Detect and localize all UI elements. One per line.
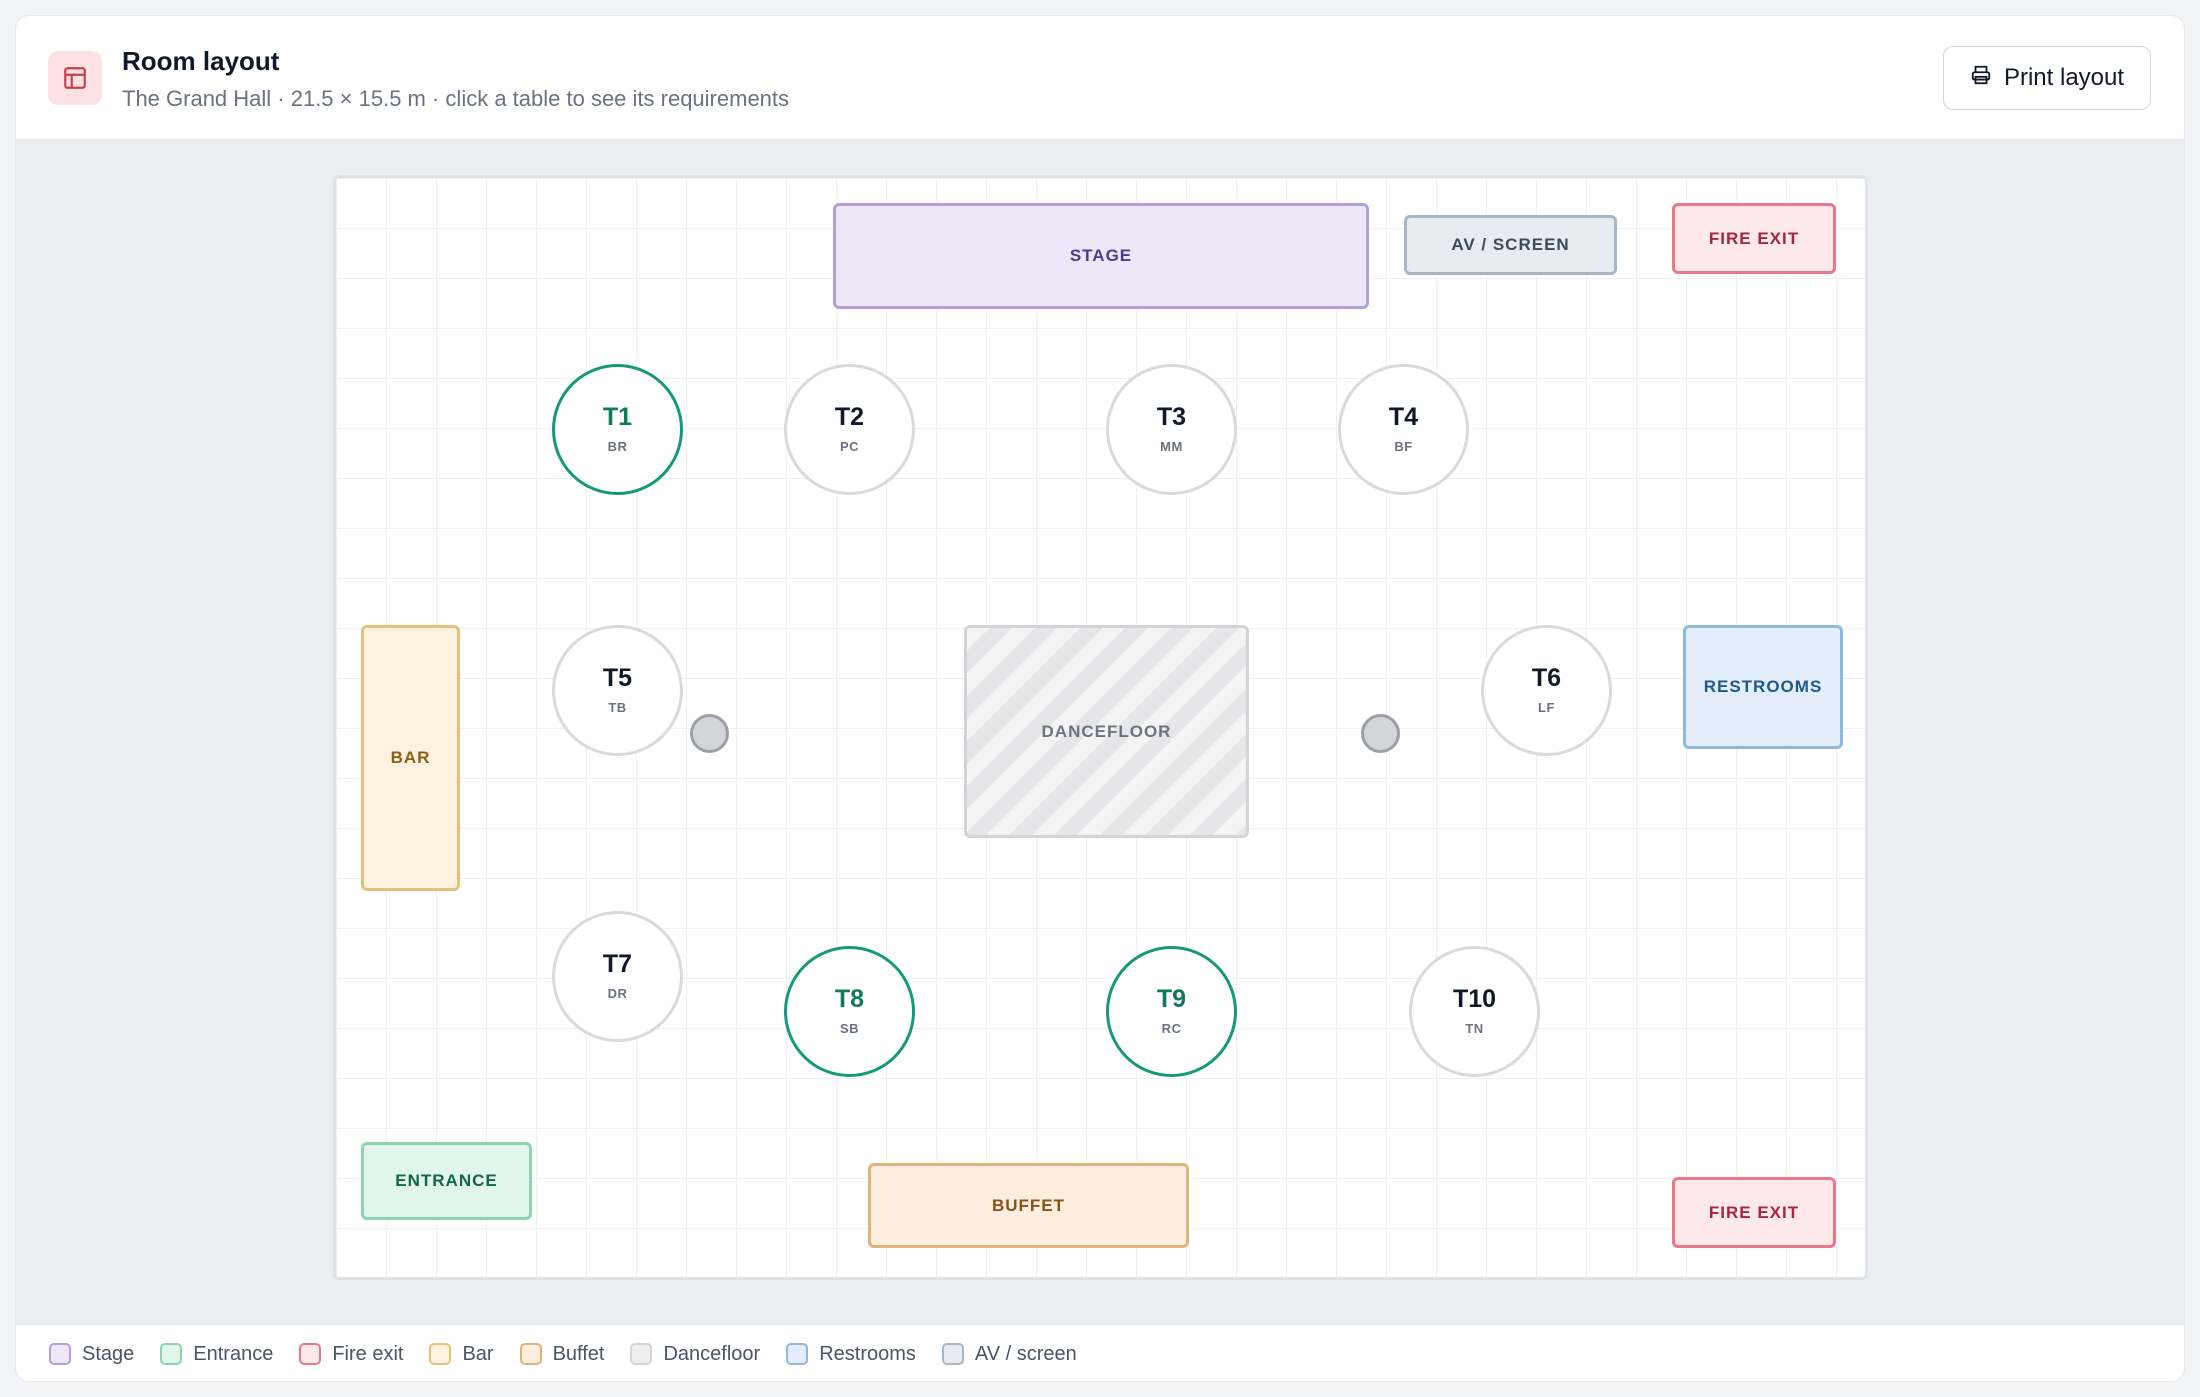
legend-label: Restrooms [819,1342,916,1365]
table-name: T7 [602,950,633,978]
table-t7[interactable]: T7 DR [552,911,683,1042]
table-name: T10 [1452,985,1497,1013]
table-name: T8 [834,985,865,1013]
page-title: Room layout [122,46,280,76]
print-layout-button[interactable]: Print layout [1943,46,2151,110]
zone-entrance: ENTRANCE [361,1142,532,1220]
table-code: PC [839,439,860,454]
page-subtitle: The Grand Hall · 21.5 × 15.5 m · click a… [122,86,790,111]
table-name: T9 [1156,985,1187,1013]
legend-label: Dancefloor [663,1342,761,1365]
pillar [1361,714,1400,753]
zone-av-screen: AV / SCREEN [1404,215,1617,275]
legend-swatch [630,1343,653,1365]
table-code: RC [1161,1021,1182,1036]
legend-item-buffet: Buffet [519,1342,605,1366]
legend-item-av-screen: AV / screen [941,1342,1077,1366]
printer-icon [1970,64,1992,93]
table-name: T1 [602,403,633,431]
table-code: LF [1538,700,1555,715]
table-t2[interactable]: T2 PC [784,364,915,495]
legend-label: Bar [462,1342,494,1365]
legend: Stage Entrance Fire exit Bar Buffet Danc… [16,1324,2184,1381]
table-t9[interactable]: T9 RC [1106,946,1237,1077]
legend-item-bar: Bar [429,1342,494,1366]
zone-fire-exit-bottom: FIRE EXIT [1672,1177,1836,1248]
header: Room layout The Grand Hall · 21.5 × 15.5… [16,16,2184,140]
table-name: T3 [1156,403,1187,431]
legend-item-entrance: Entrance [160,1343,273,1366]
table-code: DR [607,986,628,1001]
zone-buffet: BUFFET [868,1163,1189,1248]
legend-swatch [429,1343,452,1365]
table-name: T2 [834,403,865,431]
zone-stage: STAGE [833,203,1369,309]
legend-swatch [519,1343,542,1365]
legend-label: Entrance [193,1342,274,1365]
legend-item-stage: Stage [49,1343,134,1366]
room-floorplan: STAGE AV / SCREEN FIRE EXIT BAR DANCEFLO… [333,175,1868,1280]
zone-restrooms: RESTROOMS [1683,625,1843,749]
table-code: TB [608,700,627,715]
legend-swatch [160,1343,183,1365]
canvas-area: STAGE AV / SCREEN FIRE EXIT BAR DANCEFLO… [16,140,2184,1324]
legend-swatch [941,1343,964,1365]
table-code: BF [1394,439,1413,454]
table-t8[interactable]: T8 SB [784,946,915,1077]
table-t3[interactable]: T3 MM [1106,364,1237,495]
layout-icon [48,51,102,105]
table-t4[interactable]: T4 BF [1338,364,1469,495]
zone-bar: BAR [361,625,460,891]
legend-label: AV / screen [974,1342,1077,1365]
legend-swatch [299,1343,322,1365]
table-code: SB [839,1021,860,1036]
legend-label: Stage [82,1342,135,1365]
table-name: T6 [1531,664,1562,692]
table-code: BR [607,439,628,454]
table-name: T5 [602,664,633,692]
table-code: MM [1160,439,1183,454]
table-t1[interactable]: T1 BR [552,364,683,495]
legend-label: Buffet [552,1342,605,1365]
table-name: T4 [1388,403,1419,431]
legend-item-restrooms: Restrooms [786,1343,916,1366]
table-t10[interactable]: T10 TN [1409,946,1540,1077]
table-t5[interactable]: T5 TB [552,625,683,756]
legend-swatch [49,1343,71,1365]
legend-swatch [786,1343,809,1365]
room-layout-card: Room layout The Grand Hall · 21.5 × 15.5… [15,15,2185,1382]
legend-item-dancefloor: Dancefloor [630,1343,760,1366]
zone-dancefloor: DANCEFLOOR [964,625,1249,838]
legend-item-fire-exit: Fire exit [299,1343,403,1366]
zone-fire-exit-top: FIRE EXIT [1672,203,1836,274]
pillar [690,714,729,753]
table-code: TN [1465,1021,1484,1036]
legend-label: Fire exit [332,1342,404,1365]
print-layout-label: Print layout [2003,64,2125,91]
table-t6[interactable]: T6 LF [1481,625,1612,756]
